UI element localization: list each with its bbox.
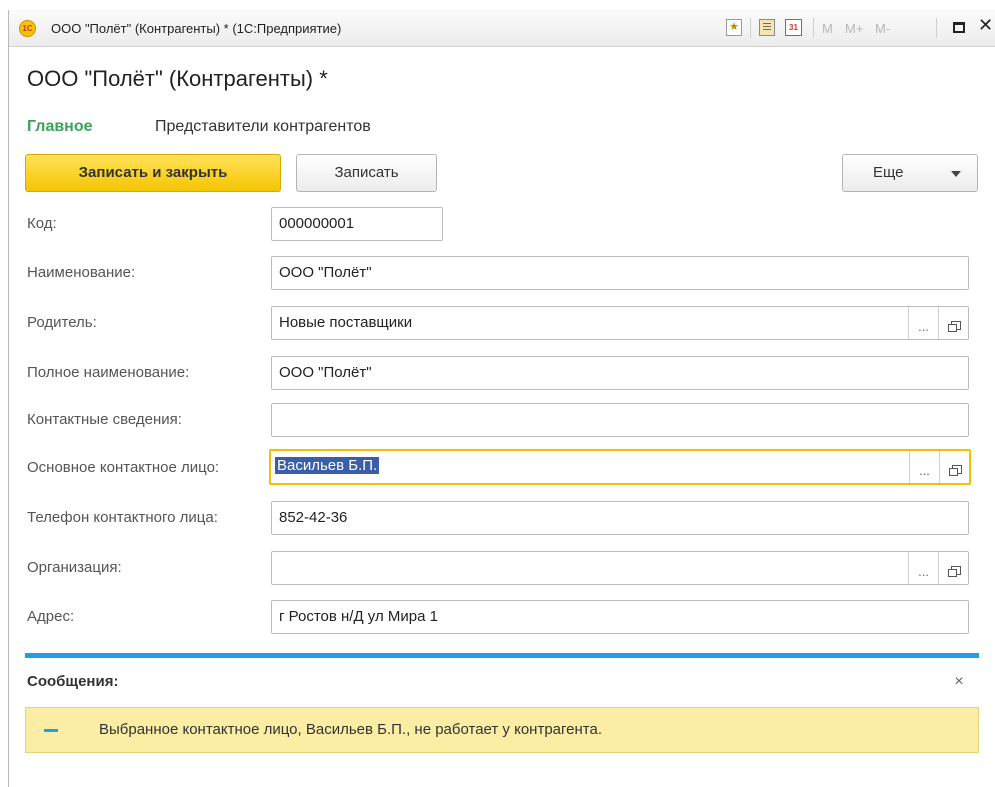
title-bar: 1C ООО "Полёт" (Контрагенты) * (1С:Предп… <box>9 10 995 47</box>
memory-m-button[interactable]: M <box>822 20 833 37</box>
contact-info-label: Контактные сведения: <box>27 411 182 428</box>
address-label: Адрес: <box>27 608 75 625</box>
more-button[interactable]: Еще <box>842 154 978 192</box>
calendar-icon[interactable]: 31 <box>785 19 802 36</box>
messages-divider <box>25 653 979 658</box>
contact-info-field[interactable] <box>271 403 969 437</box>
close-icon[interactable]: ✕ <box>978 16 993 34</box>
parent-label: Родитель: <box>27 314 97 331</box>
app-window: 1C ООО "Полёт" (Контрагенты) * (1С:Предп… <box>8 10 995 787</box>
parent-field[interactable]: Новые поставщики ... <box>271 306 969 340</box>
parent-field-value: Новые поставщики <box>279 314 413 331</box>
message-text[interactable]: Выбранное контактное лицо, Васильев Б.П.… <box>99 721 602 738</box>
chevron-down-icon <box>951 171 961 177</box>
tab-main[interactable]: Главное <box>27 118 93 136</box>
full-name-field[interactable]: ООО "Полёт" <box>271 356 969 390</box>
contact-phone-field[interactable]: 852-42-36 <box>271 501 969 535</box>
address-field[interactable]: г Ростов н/Д ул Мира 1 <box>271 600 969 634</box>
main-contact-field-value: Васильев Б.П. <box>275 457 380 474</box>
memory-plus-button[interactable]: M+ <box>845 20 863 37</box>
messages-title: Сообщения: <box>27 673 119 690</box>
open-icon[interactable] <box>939 451 969 483</box>
toolbar-separator <box>936 18 937 38</box>
organization-field[interactable]: ... <box>271 551 969 585</box>
favorite-star-icon[interactable]: ★ <box>726 19 742 36</box>
main-contact-label: Основное контактное лицо: <box>27 459 220 476</box>
contact-phone-label: Телефон контактного лица: <box>27 509 218 526</box>
toolbar-separator <box>750 18 751 38</box>
select-dots-button[interactable]: ... <box>908 552 938 584</box>
toolbar-separator <box>813 18 814 38</box>
main-contact-field[interactable]: Васильев Б.П. ... <box>269 449 971 485</box>
select-dots-button[interactable]: ... <box>909 451 939 483</box>
messages-close-icon[interactable]: × <box>952 673 966 691</box>
calculator-icon[interactable] <box>759 19 775 36</box>
save-and-close-button[interactable]: Записать и закрыть <box>25 154 281 192</box>
full-name-label: Полное наименование: <box>27 364 190 381</box>
select-dots-button[interactable]: ... <box>908 307 938 339</box>
code-field[interactable]: 000000001 <box>271 207 443 241</box>
message-bullet-icon <box>44 729 58 732</box>
organization-label: Организация: <box>27 559 122 576</box>
open-icon[interactable] <box>938 552 968 584</box>
message-item: Выбранное контактное лицо, Васильев Б.П.… <box>25 707 979 753</box>
code-label: Код: <box>27 215 57 232</box>
name-field[interactable]: ООО "Полёт" <box>271 256 969 290</box>
open-icon[interactable] <box>938 307 968 339</box>
page-title: ООО "Полёт" (Контрагенты) * <box>27 66 328 91</box>
more-button-label: Еще <box>873 164 904 181</box>
window-title: ООО "Полёт" (Контрагенты) * (1С:Предприя… <box>51 21 342 36</box>
maximize-icon[interactable] <box>953 22 965 33</box>
tab-representatives[interactable]: Представители контрагентов <box>155 118 371 136</box>
name-label: Наименование: <box>27 264 136 281</box>
1c-logo-icon: 1C <box>19 20 36 37</box>
memory-minus-button[interactable]: M- <box>875 20 890 37</box>
save-button[interactable]: Записать <box>296 154 437 192</box>
